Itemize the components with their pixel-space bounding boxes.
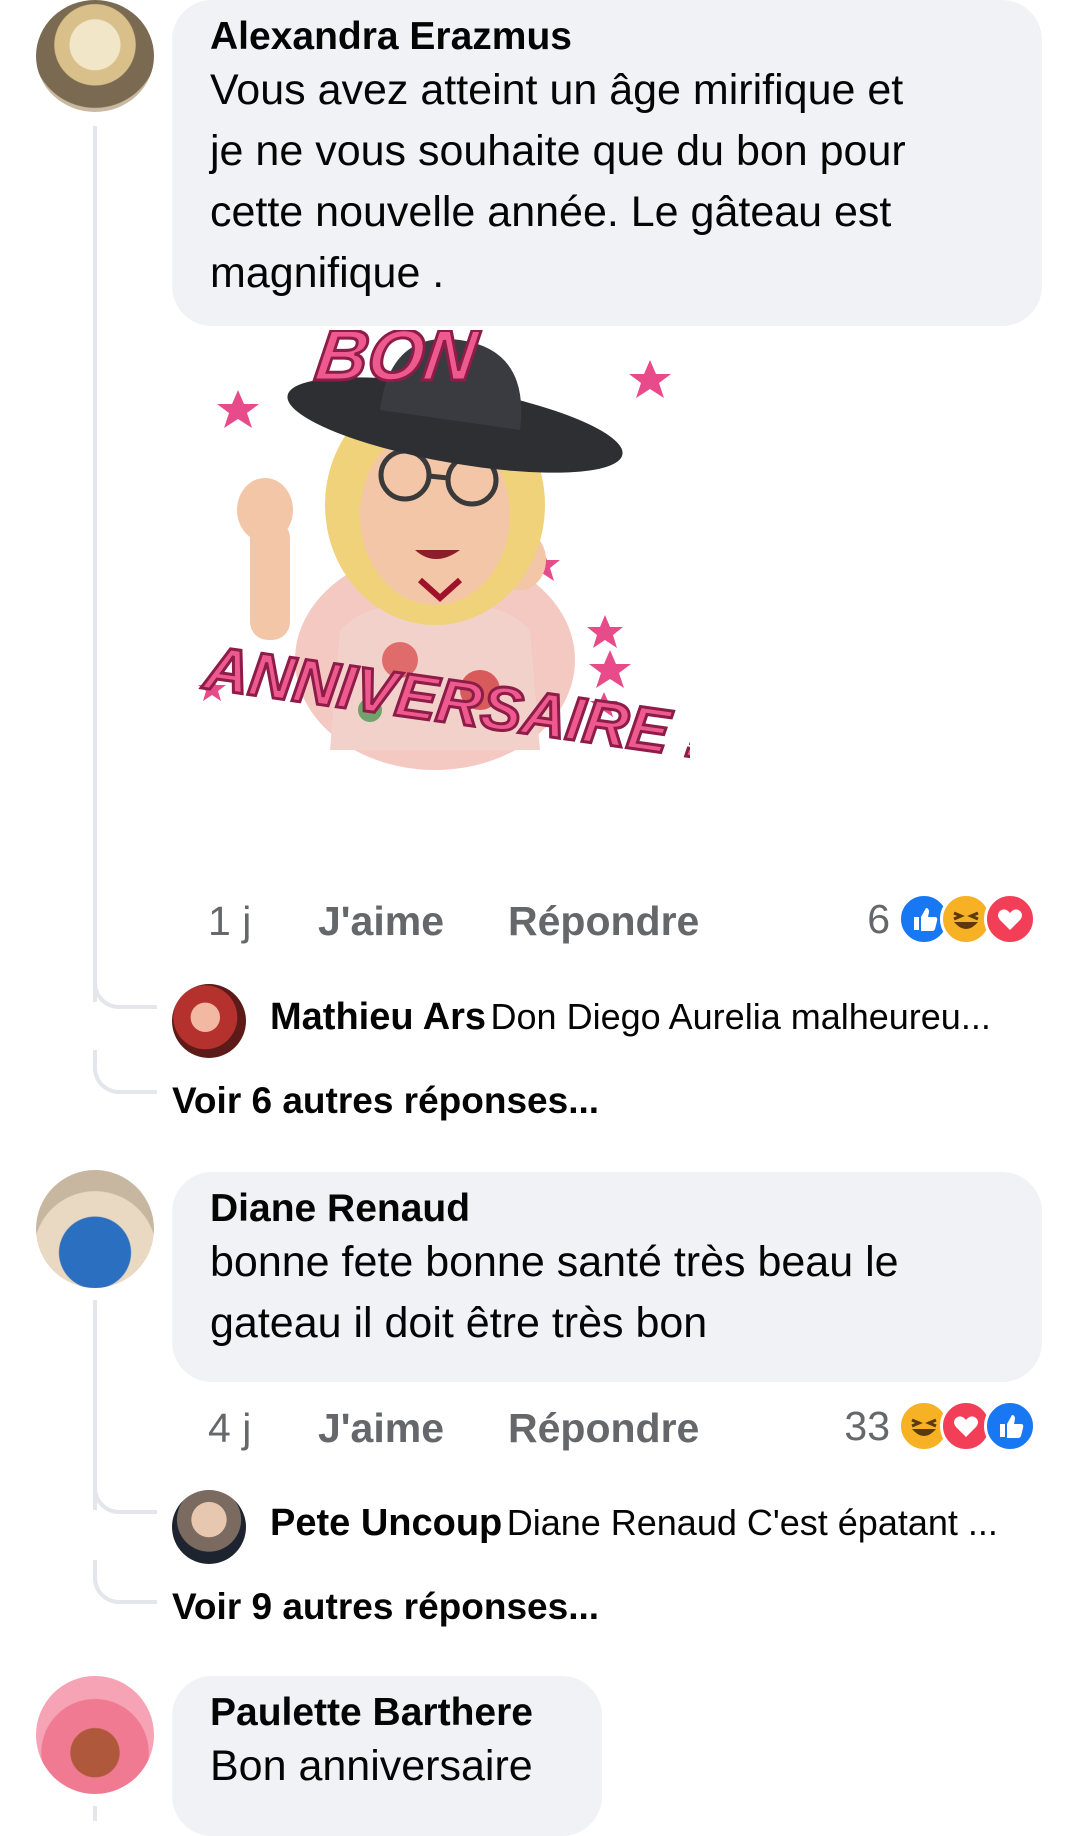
reply-snippet: Diane Renaud C'est épatant ... bbox=[506, 1502, 998, 1543]
reply-button[interactable]: Répondre bbox=[508, 898, 699, 945]
sticker-artwork: BON ANNIVERSAIRE ! bbox=[197, 315, 713, 774]
comment-text-line: cette nouvelle année. Le gâteau est bbox=[210, 188, 892, 236]
birthday-sticker[interactable]: BON ANNIVERSAIRE ! bbox=[190, 315, 713, 870]
comment-bubble: Paulette Barthere Bon anniversaire bbox=[172, 1676, 602, 1836]
reply-preview[interactable]: Mathieu Ars Don Diego Aurelia malheureu.… bbox=[270, 996, 1050, 1039]
avatar-mathieu[interactable] bbox=[172, 984, 246, 1058]
comment-text-line: Bon anniversaire bbox=[210, 1742, 533, 1790]
comment-text-line: Vous avez atteint un âge mirifique et bbox=[210, 66, 904, 114]
avatar-pete[interactable] bbox=[172, 1490, 246, 1564]
comment-text-line: je ne vous souhaite que du bon pour bbox=[210, 127, 906, 175]
comment-text-line: bonne fete bonne santé très beau le bbox=[210, 1238, 899, 1286]
like-icon bbox=[984, 1400, 1036, 1452]
comment-author[interactable]: Paulette Barthere bbox=[210, 1690, 602, 1736]
reply-button[interactable]: Répondre bbox=[508, 1405, 699, 1452]
comment-text-line: magnifique . bbox=[210, 249, 445, 297]
view-more-replies[interactable]: Voir 9 autres réponses... bbox=[172, 1586, 599, 1628]
like-button[interactable]: J'aime bbox=[318, 898, 444, 945]
comment-bubble: Diane Renaud bonne fete bonne santé très… bbox=[172, 1172, 1042, 1382]
reaction-count[interactable]: 6 bbox=[840, 896, 890, 943]
reply-snippet: Don Diego Aurelia malheureu... bbox=[490, 996, 991, 1037]
love-icon bbox=[984, 893, 1036, 945]
reply-preview[interactable]: Pete Uncoup Diane Renaud C'est épatant .… bbox=[270, 1502, 1050, 1545]
avatar-diane[interactable] bbox=[36, 1170, 154, 1288]
thread-line bbox=[93, 126, 97, 1002]
avatar-paulette[interactable] bbox=[36, 1676, 154, 1794]
thread-curve bbox=[93, 1560, 157, 1604]
like-button[interactable]: J'aime bbox=[318, 1405, 444, 1452]
comment-author[interactable]: Diane Renaud bbox=[210, 1186, 1042, 1232]
thread-curve bbox=[93, 1470, 157, 1514]
view-more-replies[interactable]: Voir 6 autres réponses... bbox=[172, 1080, 599, 1122]
avatar-alexandra[interactable] bbox=[36, 0, 154, 112]
thread-line bbox=[93, 1806, 97, 1821]
thread-curve bbox=[93, 1050, 157, 1094]
reaction-count[interactable]: 33 bbox=[820, 1403, 890, 1450]
reply-author[interactable]: Mathieu Ars bbox=[270, 996, 486, 1038]
comment-author[interactable]: Alexandra Erazmus bbox=[210, 14, 1042, 60]
comment-time[interactable]: 1 j bbox=[208, 898, 251, 945]
comment-bubble: Alexandra Erazmus Vous avez atteint un â… bbox=[172, 0, 1042, 326]
thread-curve bbox=[93, 965, 157, 1009]
comment-time[interactable]: 4 j bbox=[208, 1405, 251, 1452]
comment-text-line: gateau il doit être très bon bbox=[210, 1299, 708, 1347]
reply-author[interactable]: Pete Uncoup bbox=[270, 1502, 502, 1544]
sticker-top-text: BON bbox=[311, 330, 484, 396]
